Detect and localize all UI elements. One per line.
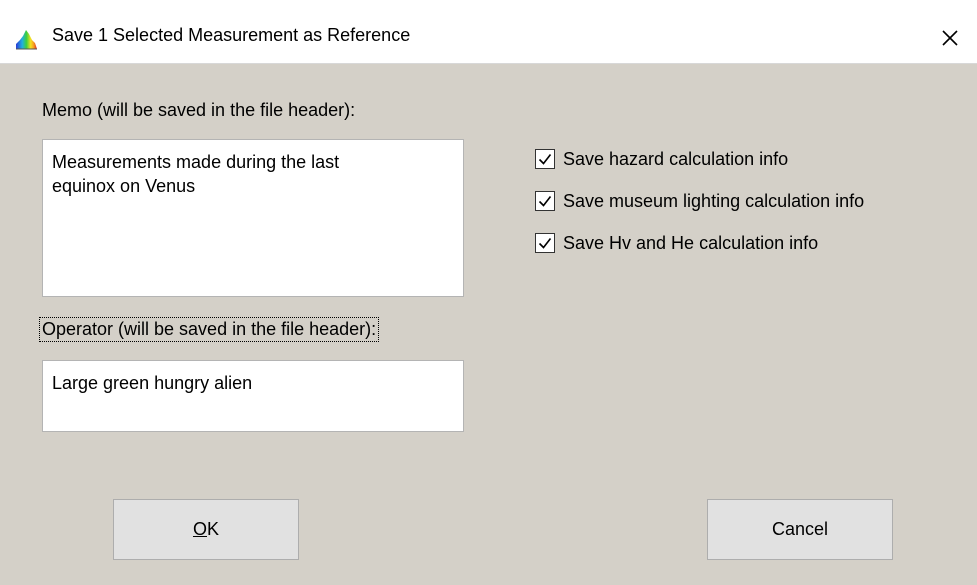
save-hv-he-checkbox-row[interactable]: Save Hv and He calculation info bbox=[535, 231, 818, 255]
save-museum-lighting-label: Save museum lighting calculation info bbox=[563, 190, 865, 211]
operator-field[interactable]: Large green hungry alien bbox=[42, 360, 464, 432]
checkmark-icon bbox=[538, 154, 552, 165]
save-hazard-label: Save hazard calculation info bbox=[563, 148, 789, 169]
save-hazard-checkbox-row[interactable]: Save hazard calculation info bbox=[535, 147, 788, 171]
checkmark-icon bbox=[538, 238, 552, 249]
checkmark-icon bbox=[538, 196, 552, 207]
spectrum-icon bbox=[16, 30, 37, 50]
window-title: Save 1 Selected Measurement as Reference bbox=[52, 25, 411, 45]
save-museum-lighting-checkbox-row[interactable]: Save museum lighting calculation info bbox=[535, 189, 864, 213]
save-reference-dialog: Save 1 Selected Measurement as Reference… bbox=[0, 0, 977, 585]
ok-button[interactable]: OK bbox=[113, 499, 299, 560]
title-bar: Save 1 Selected Measurement as Reference bbox=[0, 0, 977, 64]
save-museum-lighting-checkbox[interactable] bbox=[535, 191, 555, 211]
memo-textarea[interactable]: Measurements made during the last equino… bbox=[42, 139, 464, 297]
memo-label: Memo (will be saved in the file header): bbox=[42, 100, 356, 120]
save-hv-he-label: Save Hv and He calculation info bbox=[563, 232, 819, 253]
save-hv-he-checkbox[interactable] bbox=[535, 233, 555, 253]
close-icon[interactable] bbox=[934, 22, 966, 54]
cancel-button[interactable]: Cancel bbox=[707, 499, 893, 560]
ok-label: OK bbox=[193, 519, 219, 540]
ok-mnemonic: O bbox=[192, 519, 207, 539]
operator-label: Operator (will be saved in the file head… bbox=[38, 317, 380, 342]
ok-label-rest: K bbox=[207, 519, 220, 539]
save-hazard-checkbox[interactable] bbox=[535, 149, 555, 169]
